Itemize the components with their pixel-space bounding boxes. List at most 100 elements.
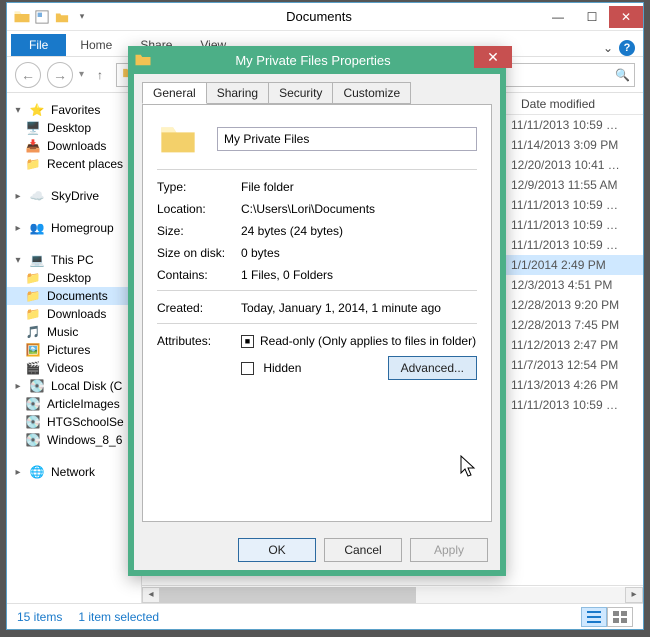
size-on-disk-value: 0 bytes <box>241 246 477 260</box>
nav-label: Music <box>47 325 78 339</box>
help-icon[interactable]: ? <box>619 40 635 56</box>
chevron-right-icon[interactable]: ▸ <box>13 191 23 202</box>
date-cell: 11/11/2013 10:59 … <box>505 198 635 212</box>
properties-title: My Private Files Properties <box>152 53 474 68</box>
tab-general[interactable]: General <box>142 82 207 104</box>
chevron-right-icon[interactable]: ▸ <box>13 467 23 478</box>
back-button[interactable]: ← <box>15 62 41 88</box>
scroll-right-icon[interactable]: ▸ <box>625 587 643 603</box>
nav-pc-desktop[interactable]: 📁Desktop <box>7 269 141 287</box>
cloud-icon: ☁️ <box>29 188 45 204</box>
nav-label: Downloads <box>47 139 106 153</box>
nav-skydrive[interactable]: ▸ ☁️ SkyDrive <box>7 187 141 205</box>
properties-qat-icon[interactable] <box>33 8 51 26</box>
status-selected: 1 item selected <box>78 610 159 624</box>
window-controls: — ☐ ✕ <box>541 6 643 28</box>
size-value: 24 bytes (24 bytes) <box>241 224 477 238</box>
scroll-left-icon[interactable]: ◂ <box>142 587 160 603</box>
location-label: Location: <box>157 202 241 216</box>
apply-button[interactable]: Apply <box>410 538 488 562</box>
search-icon: 🔍 <box>615 68 630 82</box>
folder-icon: 📁 <box>25 270 41 286</box>
nav-label: SkyDrive <box>51 189 99 203</box>
close-button[interactable]: ✕ <box>609 6 643 28</box>
nav-pc-localdisk[interactable]: ▸💽Local Disk (C <box>7 377 141 395</box>
readonly-checkbox[interactable] <box>241 335 254 348</box>
chevron-down-icon[interactable]: ▾ <box>13 255 23 266</box>
tab-security[interactable]: Security <box>268 82 333 104</box>
size-on-disk-label: Size on disk: <box>157 246 241 260</box>
folder-icon <box>134 51 152 69</box>
nav-pc-downloads[interactable]: 📁Downloads <box>7 305 141 323</box>
nav-label: HTGSchoolSe <box>47 415 124 429</box>
maximize-button[interactable]: ☐ <box>575 6 609 28</box>
nav-label: Desktop <box>47 121 91 135</box>
nav-recent[interactable]: 📁Recent places <box>7 155 141 173</box>
created-label: Created: <box>157 301 241 315</box>
nav-network[interactable]: ▸ 🌐 Network <box>7 463 141 481</box>
date-cell: 11/13/2013 4:26 PM <box>505 378 635 392</box>
hidden-label: Hidden <box>263 361 301 375</box>
nav-label: Windows_8_6 <box>47 433 122 447</box>
properties-close-button[interactable]: ✕ <box>474 46 512 68</box>
tab-sharing[interactable]: Sharing <box>206 82 269 104</box>
nav-favorites[interactable]: ▾ ⭐ Favorites <box>7 101 141 119</box>
date-cell: 11/7/2013 12:54 PM <box>505 358 635 372</box>
chevron-down-icon[interactable]: ▾ <box>13 105 23 116</box>
nav-downloads[interactable]: 📥Downloads <box>7 137 141 155</box>
h-scrollbar[interactable]: ◂ ▸ <box>142 585 643 603</box>
ok-button[interactable]: OK <box>238 538 316 562</box>
nav-pc-documents[interactable]: 📁Documents <box>7 287 141 305</box>
separator <box>157 169 477 170</box>
folder-name-input[interactable]: My Private Files <box>217 127 477 151</box>
minimize-button[interactable]: — <box>541 6 575 28</box>
status-count: 15 items <box>17 610 62 624</box>
videos-icon: 🎬 <box>25 360 41 376</box>
nav-label: Local Disk (C <box>51 379 122 393</box>
nav-homegroup[interactable]: ▸ 👥 Homegroup <box>7 219 141 237</box>
advanced-button[interactable]: Advanced... <box>388 356 477 380</box>
type-value: File folder <box>241 180 477 194</box>
readonly-label: Read-only (Only applies to files in fold… <box>260 334 476 348</box>
recent-dropdown-icon[interactable]: ▾ <box>79 69 84 80</box>
tab-file[interactable]: File <box>11 34 66 56</box>
new-folder-qat-icon[interactable] <box>53 8 71 26</box>
scroll-track[interactable] <box>160 587 625 603</box>
hidden-checkbox[interactable] <box>241 362 254 375</box>
tab-panel-general: My Private Files Type:File folder Locati… <box>142 104 492 522</box>
music-icon: 🎵 <box>25 324 41 340</box>
nav-pc-htgschool[interactable]: 💽HTGSchoolSe <box>7 413 141 431</box>
nav-pc-win8[interactable]: 💽 Windows_8_6 <box>7 431 141 449</box>
forward-button[interactable]: → <box>47 62 73 88</box>
nav-pc-pictures[interactable]: 🖼️Pictures <box>7 341 141 359</box>
size-label: Size: <box>157 224 241 238</box>
col-date[interactable]: Date modified <box>513 97 643 111</box>
thumbnails-view-button[interactable] <box>607 607 633 627</box>
tab-home[interactable]: Home <box>66 34 126 56</box>
date-cell: 11/11/2013 10:59 … <box>505 218 635 232</box>
scroll-thumb[interactable] <box>160 587 416 603</box>
nav-label: Network <box>51 465 95 479</box>
date-cell: 11/12/2013 2:47 PM <box>505 338 635 352</box>
ribbon-collapse-icon[interactable]: ⌄ <box>603 41 613 55</box>
nav-thispc[interactable]: ▾ 💻 This PC <box>7 251 141 269</box>
drive-icon: 💽 <box>25 432 41 448</box>
nav-pc-videos[interactable]: 🎬Videos <box>7 359 141 377</box>
status-bar: 15 items 1 item selected <box>7 603 643 629</box>
date-cell: 11/11/2013 10:59 … <box>505 238 635 252</box>
qat-dropdown-icon[interactable]: ▾ <box>73 8 91 26</box>
folder-name-value: My Private Files <box>224 132 309 146</box>
chevron-right-icon[interactable]: ▸ <box>13 223 23 234</box>
chevron-right-icon[interactable]: ▸ <box>13 381 23 392</box>
nav-pc-music[interactable]: 🎵 Music <box>7 323 141 341</box>
tab-customize[interactable]: Customize <box>332 82 411 104</box>
properties-titlebar: My Private Files Properties ✕ <box>128 46 506 74</box>
nav-pc-articleimages[interactable]: 💽ArticleImages <box>7 395 141 413</box>
nav-desktop[interactable]: 🖥️Desktop <box>7 119 141 137</box>
up-button[interactable]: ↑ <box>90 65 110 85</box>
dialog-buttons: OK Cancel Apply <box>134 530 500 570</box>
details-view-button[interactable] <box>581 607 607 627</box>
network-icon: 🌐 <box>29 464 45 480</box>
recent-icon: 📁 <box>25 156 41 172</box>
cancel-button[interactable]: Cancel <box>324 538 402 562</box>
